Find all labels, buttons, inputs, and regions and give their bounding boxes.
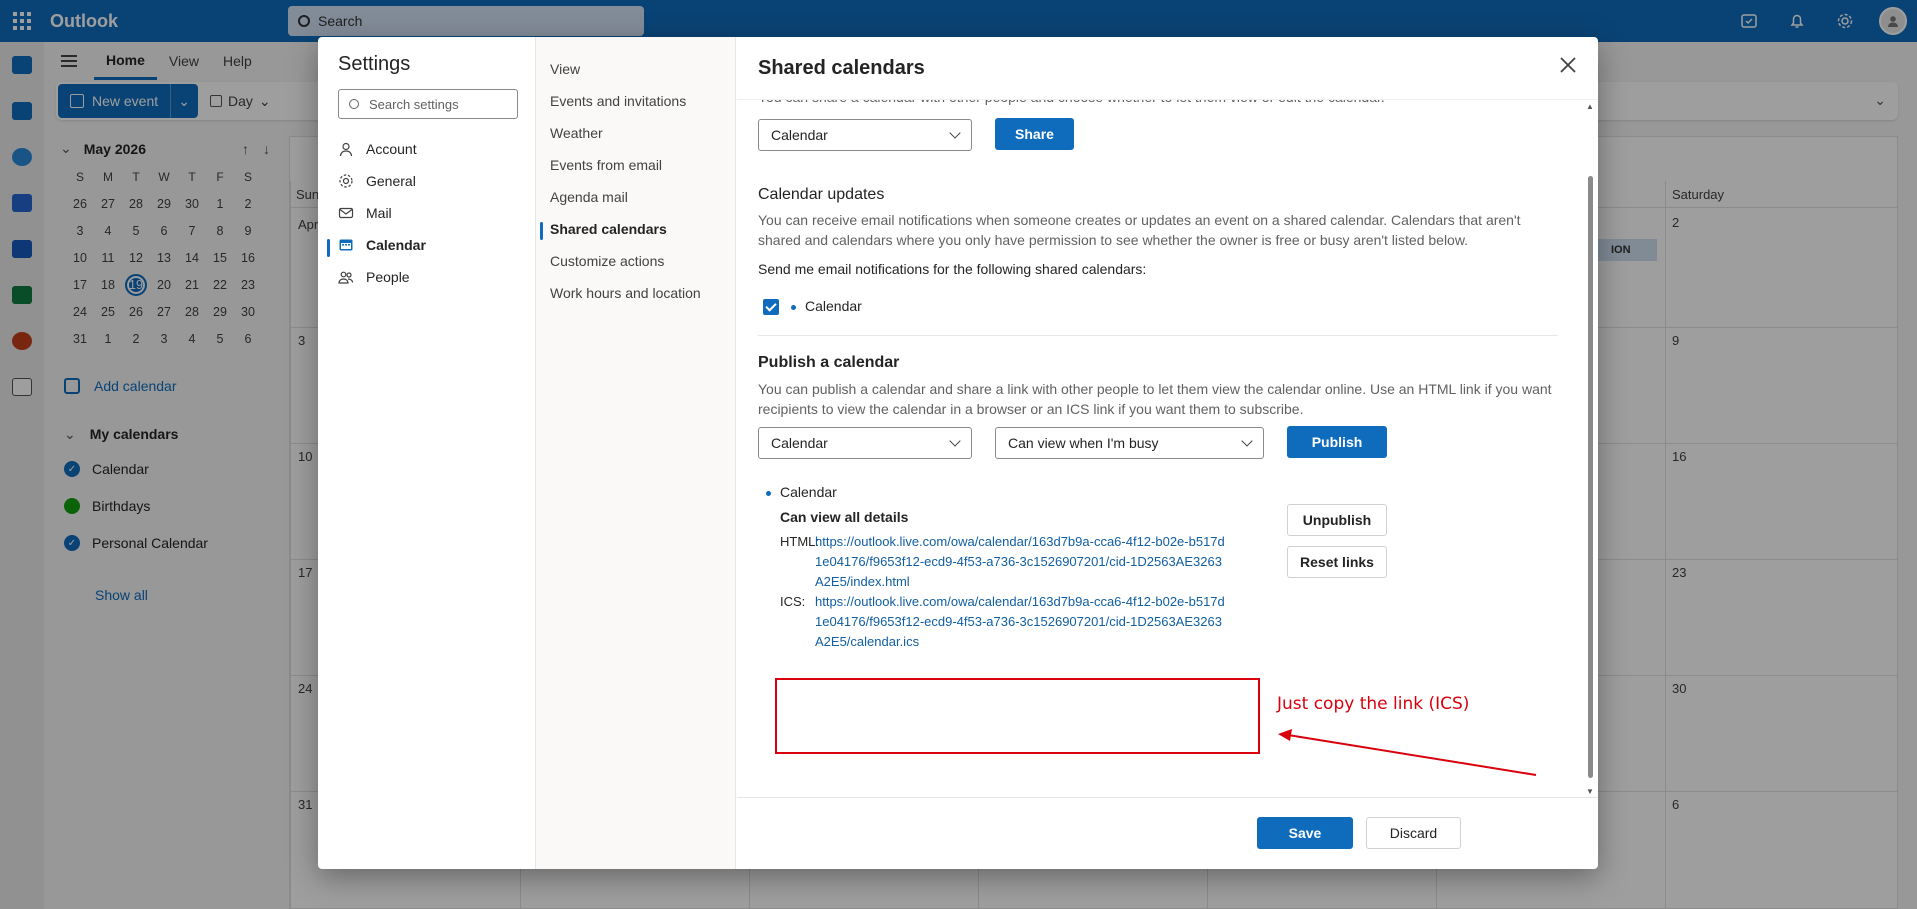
pane-title: Shared calendars <box>758 57 925 79</box>
scrollbar-thumb[interactable] <box>1588 176 1593 778</box>
annotation-arrow-icon <box>1278 729 1537 776</box>
scroll-up-icon[interactable]: ▲ <box>1586 102 1594 111</box>
publish-permission-select[interactable]: Can view when I'm busy <box>995 427 1264 459</box>
category-label: People <box>366 269 410 285</box>
subcategory-shared-calendars[interactable]: Shared calendars <box>550 221 667 237</box>
category-label: Calendar <box>366 237 426 253</box>
publish-calendar-desc: You can publish a calendar and share a l… <box>758 381 1552 417</box>
category-mail[interactable]: Mail <box>338 205 392 221</box>
category-label: General <box>366 173 416 189</box>
category-calendar[interactable]: Calendar <box>338 237 426 253</box>
subcategory-weather[interactable]: Weather <box>550 125 603 141</box>
publish-calendar-title: Publish a calendar <box>758 354 900 371</box>
category-account[interactable]: Account <box>338 141 417 157</box>
share-intro-text: You can share a calendar with other peop… <box>758 100 1558 107</box>
publish-permission-select-value: Can view when I'm busy <box>1008 435 1159 451</box>
calendar-color-dot <box>766 491 771 496</box>
html-label: HTML: <box>780 534 819 549</box>
search-icon <box>349 99 359 109</box>
save-button[interactable]: Save <box>1257 817 1353 849</box>
close-icon[interactable] <box>1554 51 1582 79</box>
settings-search-input[interactable]: Search settings <box>338 89 518 119</box>
subcategory-events-and-invitations[interactable]: Events and invitations <box>550 93 686 109</box>
publish-calendar-select[interactable]: Calendar <box>758 427 972 459</box>
subcategory-events-from-email[interactable]: Events from email <box>550 157 662 173</box>
active-indicator <box>327 239 330 257</box>
chevron-down-icon <box>949 127 961 139</box>
subcategory-customize-actions[interactable]: Customize actions <box>550 253 664 269</box>
reset-links-button[interactable]: Reset links <box>1287 546 1387 578</box>
category-people[interactable]: People <box>338 269 410 285</box>
settings-subcategories: View Events and invitations Weather Even… <box>536 37 736 869</box>
subcategory-work-hours-and-location[interactable]: Work hours and location <box>550 285 701 301</box>
gear-icon <box>338 173 354 189</box>
publish-calendar-select-value: Calendar <box>771 435 828 451</box>
people-icon <box>338 269 354 285</box>
person-icon <box>338 141 354 157</box>
ics-label: ICS: <box>780 594 806 609</box>
share-calendar-select[interactable]: Calendar <box>758 119 972 151</box>
category-label: Mail <box>366 205 392 221</box>
subcategory-view[interactable]: View <box>550 61 580 77</box>
published-calendar-name: Calendar <box>780 484 837 500</box>
updates-calendar-checkbox[interactable] <box>763 299 779 315</box>
published-permission: Can view all details <box>780 509 909 525</box>
ics-link[interactable]: https://outlook.live.com/owa/calendar/16… <box>815 592 1225 652</box>
category-label: Account <box>366 141 417 157</box>
share-calendar-select-value: Calendar <box>771 127 828 143</box>
chevron-down-icon <box>949 435 961 447</box>
scrollbar[interactable]: ▲ ▼ <box>1585 100 1595 797</box>
calendar-color-dot <box>791 305 796 310</box>
updates-calendar-label: Calendar <box>805 298 862 314</box>
chevron-down-icon <box>1241 435 1253 447</box>
settings-title: Settings <box>338 53 411 75</box>
mail-icon <box>338 205 354 221</box>
scroll-down-icon[interactable]: ▼ <box>1586 787 1594 796</box>
subcategory-agenda-mail[interactable]: Agenda mail <box>550 189 628 205</box>
dialog-footer: Save Discard <box>737 797 1598 869</box>
active-indicator <box>540 222 543 240</box>
unpublish-button[interactable]: Unpublish <box>1287 504 1387 536</box>
category-general[interactable]: General <box>338 173 416 189</box>
section-divider <box>758 335 1558 336</box>
html-link[interactable]: https://outlook.live.com/owa/calendar/16… <box>815 532 1225 592</box>
annotation-highlight-box <box>775 678 1260 754</box>
settings-categories: Settings Search settings Account General… <box>318 37 536 869</box>
share-button[interactable]: Share <box>995 118 1074 150</box>
calendar-icon <box>338 237 354 253</box>
annotation-text: Just copy the link (ICS) <box>1277 694 1470 714</box>
publish-button[interactable]: Publish <box>1287 426 1387 458</box>
discard-button[interactable]: Discard <box>1366 817 1461 849</box>
calendar-updates-title: Calendar updates <box>758 186 885 203</box>
settings-search-placeholder: Search settings <box>369 96 459 112</box>
calendar-updates-desc: You can receive email notifications when… <box>758 212 1521 248</box>
calendar-updates-prompt: Send me email notifications for the foll… <box>758 261 1147 277</box>
